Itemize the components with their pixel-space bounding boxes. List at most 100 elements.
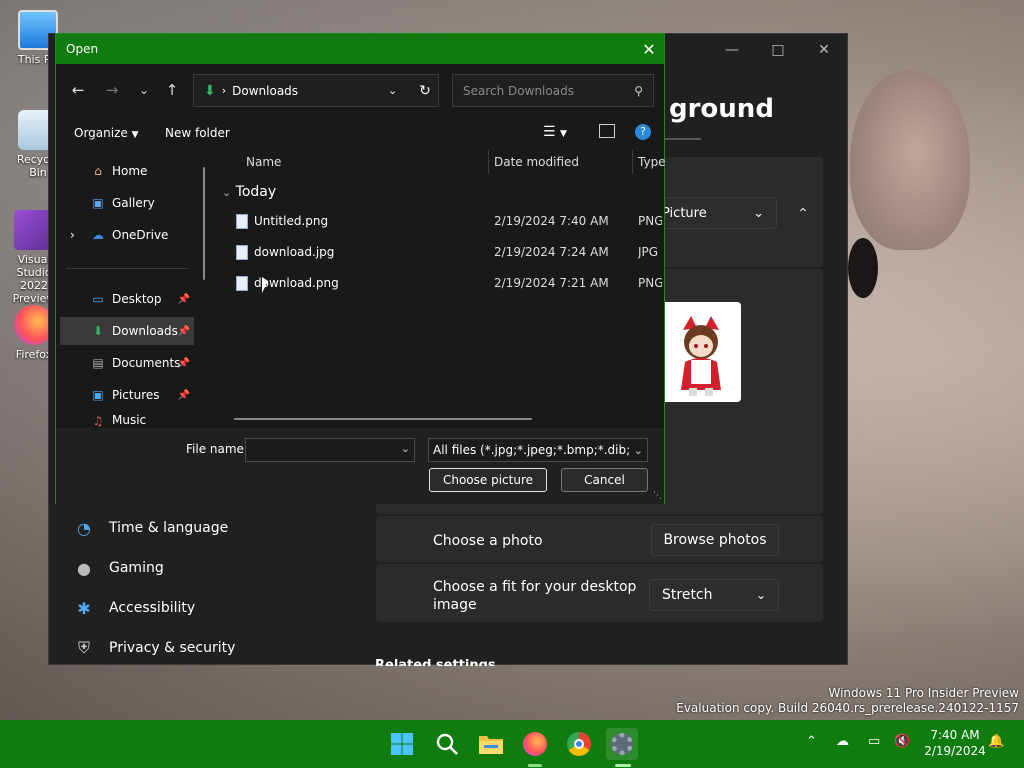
choose-picture-button[interactable]: Choose picture xyxy=(429,468,547,492)
file-row[interactable]: download.png 2/19/2024 7:21 AM PNG xyxy=(232,271,662,297)
tree-item-gallery[interactable]: ▣ Gallery xyxy=(60,189,194,217)
wallpaper-rat-eye xyxy=(848,238,878,298)
search-placeholder: Search Downloads xyxy=(463,83,574,98)
background-type-dropdown[interactable]: Picture ⌄ xyxy=(649,197,777,229)
related-settings-heading: Related settings xyxy=(375,658,496,666)
image-file-icon xyxy=(236,245,248,260)
chevron-down-icon: ⌄ xyxy=(753,205,764,221)
file-row[interactable]: download.jpg 2/19/2024 7:24 AM JPG F xyxy=(232,240,662,266)
dialog-titlebar[interactable]: Open xyxy=(56,34,664,64)
minimize-icon[interactable]: — xyxy=(709,34,755,66)
chevron-right-icon: › xyxy=(221,84,227,97)
choose-fit-label: Choose a fit for your desktop image xyxy=(433,578,636,614)
tree-item-onedrive[interactable]: › ☁ OneDrive xyxy=(60,221,194,249)
cancel-button[interactable]: Cancel xyxy=(561,468,648,492)
nav-item-time-language[interactable]: ◔ Time & language xyxy=(73,514,228,542)
tree-divider xyxy=(66,268,188,269)
recent-image-thumbnail[interactable] xyxy=(661,302,741,402)
chrome-taskbar-button[interactable] xyxy=(563,728,595,760)
file-explorer-button[interactable] xyxy=(475,728,507,760)
accessibility-icon: ✱ xyxy=(77,598,91,618)
pin-icon: 📌 xyxy=(177,389,190,401)
display-icon[interactable]: ▭ xyxy=(868,734,880,749)
nav-item-accessibility[interactable]: ✱ Accessibility xyxy=(73,594,195,622)
chevron-down-icon: ⌄ xyxy=(755,588,766,602)
running-indicator xyxy=(528,764,542,767)
watermark-line: Windows 11 Pro Insider Preview xyxy=(828,686,1019,700)
column-header-type[interactable]: Type xyxy=(638,155,666,169)
reimu-image xyxy=(661,302,741,402)
fit-dropdown[interactable]: Stretch ⌄ xyxy=(649,579,779,611)
nav-item-label: Time & language xyxy=(109,520,229,536)
image-file-icon xyxy=(236,214,248,229)
start-button[interactable] xyxy=(386,728,418,760)
help-icon[interactable]: ? xyxy=(635,124,651,140)
notification-bell-icon[interactable]: 🔔 xyxy=(988,734,1004,749)
tree-scrollbar[interactable] xyxy=(203,167,205,280)
file-row[interactable]: Untitled.png 2/19/2024 7:40 AM PNG xyxy=(232,209,662,235)
clock[interactable]: 7:40 AM 2/19/2024 xyxy=(920,727,990,759)
chevron-up-icon[interactable]: ⌃ xyxy=(789,200,817,228)
up-arrow-icon[interactable]: ↑ xyxy=(158,78,186,102)
chevron-down-icon[interactable]: ⌄ xyxy=(388,84,406,97)
file-list-scrollbar[interactable] xyxy=(234,418,532,420)
volume-muted-icon[interactable]: 🔇 xyxy=(894,734,910,749)
organize-menu[interactable]: Organize ▼ xyxy=(74,126,139,140)
open-file-dialog: Open ✕ ← → ⌄ ↑ ⬇ › Downloads ⌄ ↻ Search … xyxy=(55,33,666,504)
group-header-today[interactable]: ⌄ Today xyxy=(222,184,276,200)
evaluation-watermark: Windows 11 Pro Insider Preview Evaluatio… xyxy=(676,686,1019,716)
network-icon[interactable]: ☁ xyxy=(836,734,849,749)
address-bar[interactable]: ⬇ › Downloads ⌄ ↻ xyxy=(193,74,439,107)
image-file-icon xyxy=(236,276,248,291)
file-type-filter-dropdown[interactable]: All files (*.jpg;*.jpeg;*.bmp;*.dib;*.pn… xyxy=(428,438,648,462)
tree-item-home[interactable]: ⌂ Home xyxy=(60,157,194,185)
settings-taskbar-button[interactable] xyxy=(606,728,638,760)
back-arrow-icon[interactable]: ← xyxy=(64,78,92,102)
chevron-down-icon: ⌄ xyxy=(633,443,643,457)
desktop-icon: ▭ xyxy=(92,292,104,306)
chevron-right-icon[interactable]: › xyxy=(70,228,75,242)
preview-pane-icon[interactable] xyxy=(599,124,615,138)
recent-locations-chevron-icon[interactable]: ⌄ xyxy=(130,78,158,102)
tree-item-pictures[interactable]: ▣ Pictures 📌 xyxy=(60,381,194,409)
dropdown-value: Stretch xyxy=(662,587,713,603)
tree-item-label: Home xyxy=(112,164,148,178)
chevron-up-icon[interactable]: ⌃ xyxy=(806,734,817,749)
view-options-icon[interactable]: ☰ ▼ xyxy=(543,124,567,140)
firefox-taskbar-button[interactable] xyxy=(519,728,551,760)
firefox-icon xyxy=(523,732,547,756)
maximize-icon[interactable]: □ xyxy=(755,34,801,66)
resize-grip-icon[interactable]: ⋱ xyxy=(653,491,662,501)
column-header-name[interactable]: Name xyxy=(246,155,281,169)
file-date: 2/19/2024 7:24 AM xyxy=(494,245,609,259)
refresh-icon[interactable]: ↻ xyxy=(412,83,438,99)
file-name-input[interactable]: ⌄ xyxy=(245,438,415,462)
pin-icon: 📌 xyxy=(177,325,190,337)
tree-item-label: Pictures xyxy=(112,388,160,402)
home-icon: ⌂ xyxy=(94,164,102,178)
column-header-date[interactable]: Date modified xyxy=(494,155,579,169)
globe-clock-icon: ◔ xyxy=(77,518,91,538)
tree-item-downloads[interactable]: ⬇ Downloads 📌 xyxy=(60,317,194,345)
nav-item-privacy-security[interactable]: ⛨ Privacy & security xyxy=(73,634,235,662)
shield-icon: ⛨ xyxy=(77,638,90,657)
close-icon[interactable]: ✕ xyxy=(634,34,664,64)
tree-item-label: OneDrive xyxy=(112,228,169,242)
tree-item-music[interactable]: ♫ Music xyxy=(60,413,194,427)
forward-arrow-icon[interactable]: → xyxy=(98,78,126,102)
tree-item-label: Gallery xyxy=(112,196,155,210)
close-icon[interactable]: ✕ xyxy=(801,34,847,66)
nav-item-gaming[interactable]: ● Gaming xyxy=(73,554,164,582)
search-input[interactable]: Search Downloads ⚲ xyxy=(452,74,654,107)
search-button[interactable] xyxy=(431,728,463,760)
window-controls: — □ ✕ xyxy=(709,34,847,66)
file-type: PNG xyxy=(638,276,662,290)
cloud-icon: ☁ xyxy=(92,228,104,242)
browse-photos-button[interactable]: Browse photos xyxy=(651,524,779,556)
choose-fit-line: Choose a fit for your desktop xyxy=(433,579,637,595)
tree-item-desktop[interactable]: ▭ Desktop 📌 xyxy=(60,285,194,313)
new-folder-button[interactable]: New folder xyxy=(165,126,230,140)
chevron-down-icon[interactable]: ⌄ xyxy=(401,442,410,455)
choose-photo-label: Choose a photo xyxy=(433,533,543,549)
tree-item-documents[interactable]: ▤ Documents 📌 xyxy=(60,349,194,377)
